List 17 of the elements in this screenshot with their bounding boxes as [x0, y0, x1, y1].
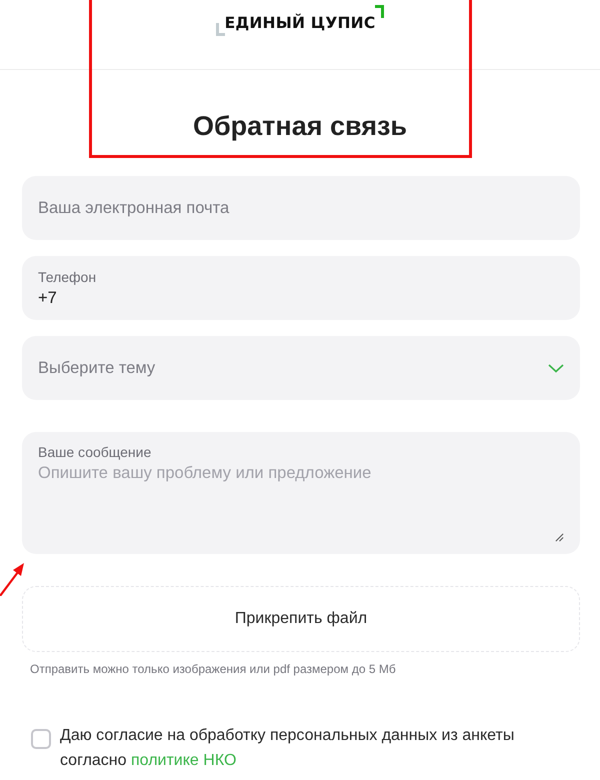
consent-text: Даю согласие на обработку персональных данных из анкеты согласно политике НКО — [60, 726, 516, 771]
attach-file-button[interactable]: Прикрепить файл — [22, 586, 580, 652]
policy-link[interactable]: политике НКО — [130, 752, 236, 769]
resize-handle-icon[interactable] — [555, 533, 564, 542]
phone-field[interactable]: Телефон +7 — [22, 256, 580, 320]
logo-corner-icon — [216, 23, 225, 36]
field-label: Ваше сообщение — [38, 443, 152, 461]
topic-select[interactable]: Выберите тему — [22, 336, 580, 400]
message-field[interactable]: Ваше сообщение Опишите вашу проблему или предложение — [22, 432, 580, 554]
chevron-down-icon — [548, 364, 564, 372]
email-field[interactable]: Ваша электронная почта — [22, 176, 580, 240]
logo-text[interactable]: ЕДИНЫЙ ЦУПИС — [224, 13, 376, 33]
logo-corner-icon — [375, 5, 384, 18]
consent-checkbox[interactable] — [31, 729, 51, 749]
page-title: Обратная связь — [192, 110, 408, 142]
field-label: Телефон — [38, 268, 96, 286]
upload-hint: Отправить можно только изображения или pdf размером до 5 Мб — [30, 661, 397, 677]
